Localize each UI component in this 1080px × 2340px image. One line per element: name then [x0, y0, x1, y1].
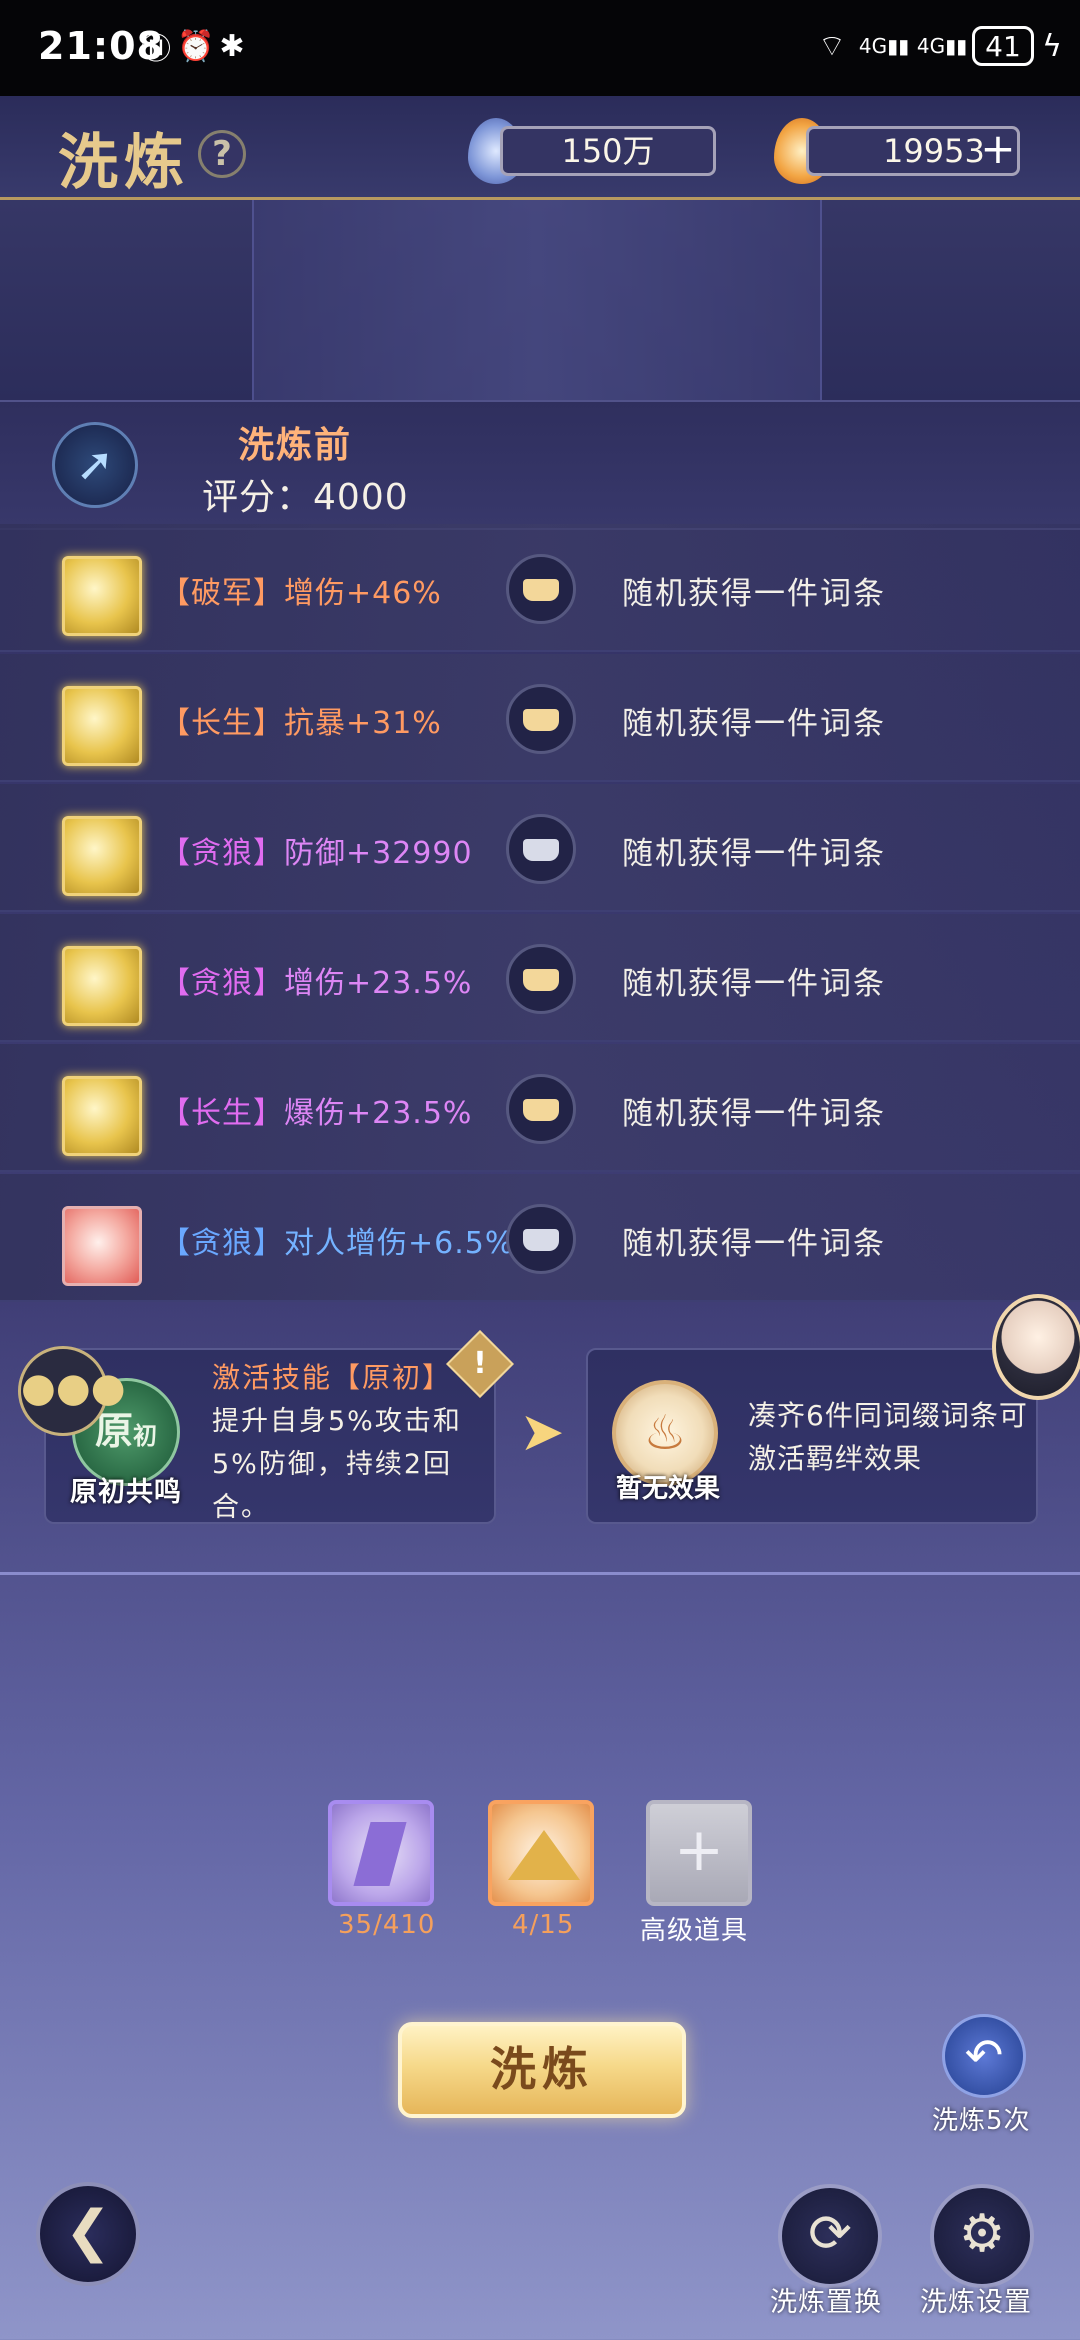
skill-icon-label: 原初共鸣	[70, 1477, 182, 1508]
attribute-tag: 【长生】	[160, 1096, 284, 1131]
result-text: 随机获得一件词条	[622, 1096, 886, 1132]
attribute-stat: 防御+32990	[284, 836, 473, 871]
bond-icon-label: 暂无效果	[616, 1474, 721, 1504]
crystal-count: 35/410	[338, 1910, 436, 1940]
wash-button[interactable]: 洗炼	[398, 2022, 686, 2118]
result-text: 随机获得一件词条	[622, 1226, 886, 1262]
score-label: 洗炼前	[238, 425, 353, 466]
attribute-stat: 增伤+23.5%	[284, 966, 473, 1001]
divider	[0, 1572, 1080, 1575]
attribute-stat: 增伤+46%	[284, 576, 442, 611]
score-section	[0, 400, 1080, 530]
battery-icon: 41	[972, 26, 1034, 66]
chat-bubble-icon[interactable]: ●●●	[18, 1346, 126, 1436]
replace-label[interactable]: 洗炼置换	[770, 2280, 882, 2319]
signal-2-icon: 4G ▮▮	[916, 34, 968, 58]
bond-description: 凑齐6件同词缀词条可激活羁绊效果	[748, 1399, 1028, 1475]
result-text: 随机获得一件词条	[622, 836, 886, 872]
lock-toggle-icon[interactable]	[506, 1074, 576, 1144]
npc-avatar[interactable]	[992, 1294, 1080, 1400]
attribute-text: 【贪狼】防御+32990	[160, 828, 473, 872]
attribute-text: 【长生】爆伤+23.5%	[160, 1088, 472, 1132]
header-bar: 洗炼 ? 150万 19953 +	[0, 96, 1080, 200]
add-item-button[interactable]: +	[646, 1800, 752, 1906]
attribute-tag: 【贪狼】	[160, 1226, 284, 1261]
attribute-stat: 对人增伤+6.5%	[284, 1226, 515, 1261]
attribute-gem-icon[interactable]	[62, 946, 142, 1026]
pyramid-material-icon[interactable]	[488, 1800, 594, 1906]
attribute-tag: 【贪狼】	[160, 966, 284, 1001]
pyramid-count: 4/15	[512, 1910, 575, 1940]
charging-icon: ϟ	[1042, 28, 1062, 64]
lock-toggle-icon[interactable]	[506, 944, 576, 1014]
attribute-tag: 【破军】	[160, 576, 284, 611]
status-bar: 21:08 Ⓝ ⏰ ✱ ⌔ 4G ▮▮ 4G ▮▮ 41 ϟ	[0, 0, 1080, 96]
nfc-icon: Ⓝ	[141, 32, 171, 67]
lock-toggle-icon[interactable]	[506, 1204, 576, 1274]
lock-toggle-icon[interactable]	[506, 684, 576, 754]
attribute-stat: 抗暴+31%	[284, 706, 442, 741]
gear-icon[interactable]: ⚙	[930, 2184, 1034, 2288]
result-text: 随机获得一件词条	[622, 966, 886, 1002]
bluetooth-icon: ✱	[219, 28, 245, 64]
wifi-icon: ⌔	[817, 29, 847, 64]
attribute-gem-icon[interactable]	[62, 816, 142, 896]
crystal-material-icon[interactable]	[328, 1800, 434, 1906]
back-button[interactable]: ❮	[36, 2182, 140, 2286]
advanced-item-label: 高级道具	[640, 1916, 749, 1946]
arrow-right-icon: ➤	[519, 1400, 565, 1463]
lock-toggle-icon[interactable]	[506, 554, 576, 624]
signal-1-icon: 4G ▮▮	[858, 34, 910, 58]
banner-emblem	[252, 200, 822, 400]
skill-name: 激活技能【原初】	[212, 1361, 453, 1394]
alarm-icon: ⏰	[177, 28, 215, 64]
attribute-text: 【长生】抗暴+31%	[160, 698, 442, 742]
attribute-text: 【贪狼】对人增伤+6.5%	[160, 1218, 514, 1262]
wash-five-button[interactable]: ↶	[942, 2014, 1026, 2098]
help-button[interactable]: ?	[198, 130, 246, 178]
attribute-stat: 爆伤+23.5%	[284, 1096, 473, 1131]
result-text: 随机获得一件词条	[622, 576, 886, 612]
lock-toggle-icon[interactable]	[506, 814, 576, 884]
replace-icon[interactable]: ⟳	[778, 2184, 882, 2288]
attribute-gem-icon[interactable]	[62, 1206, 142, 1286]
result-text: 随机获得一件词条	[622, 706, 886, 742]
currency-1-value: 150万	[500, 126, 716, 176]
attribute-tag: 【贪狼】	[160, 836, 284, 871]
attribute-text: 【破军】增伤+46%	[160, 568, 442, 612]
attribute-gem-icon[interactable]	[62, 1076, 142, 1156]
attribute-gem-icon[interactable]	[62, 556, 142, 636]
page-title: 洗炼	[58, 128, 190, 198]
attribute-text: 【贪狼】增伤+23.5%	[160, 958, 472, 1002]
attribute-tag: 【长生】	[160, 706, 284, 741]
add-currency-button[interactable]: +	[976, 128, 1020, 172]
score-emblem-icon: ➚	[52, 422, 138, 508]
attribute-gem-icon[interactable]	[62, 686, 142, 766]
skill-description: 提升自身5%攻击和5%防御，持续2回合。	[212, 1406, 462, 1523]
wash-five-label: 洗炼5次	[932, 2106, 1031, 2136]
settings-label[interactable]: 洗炼设置	[920, 2280, 1032, 2319]
score-value: 评分：4000	[202, 477, 409, 518]
